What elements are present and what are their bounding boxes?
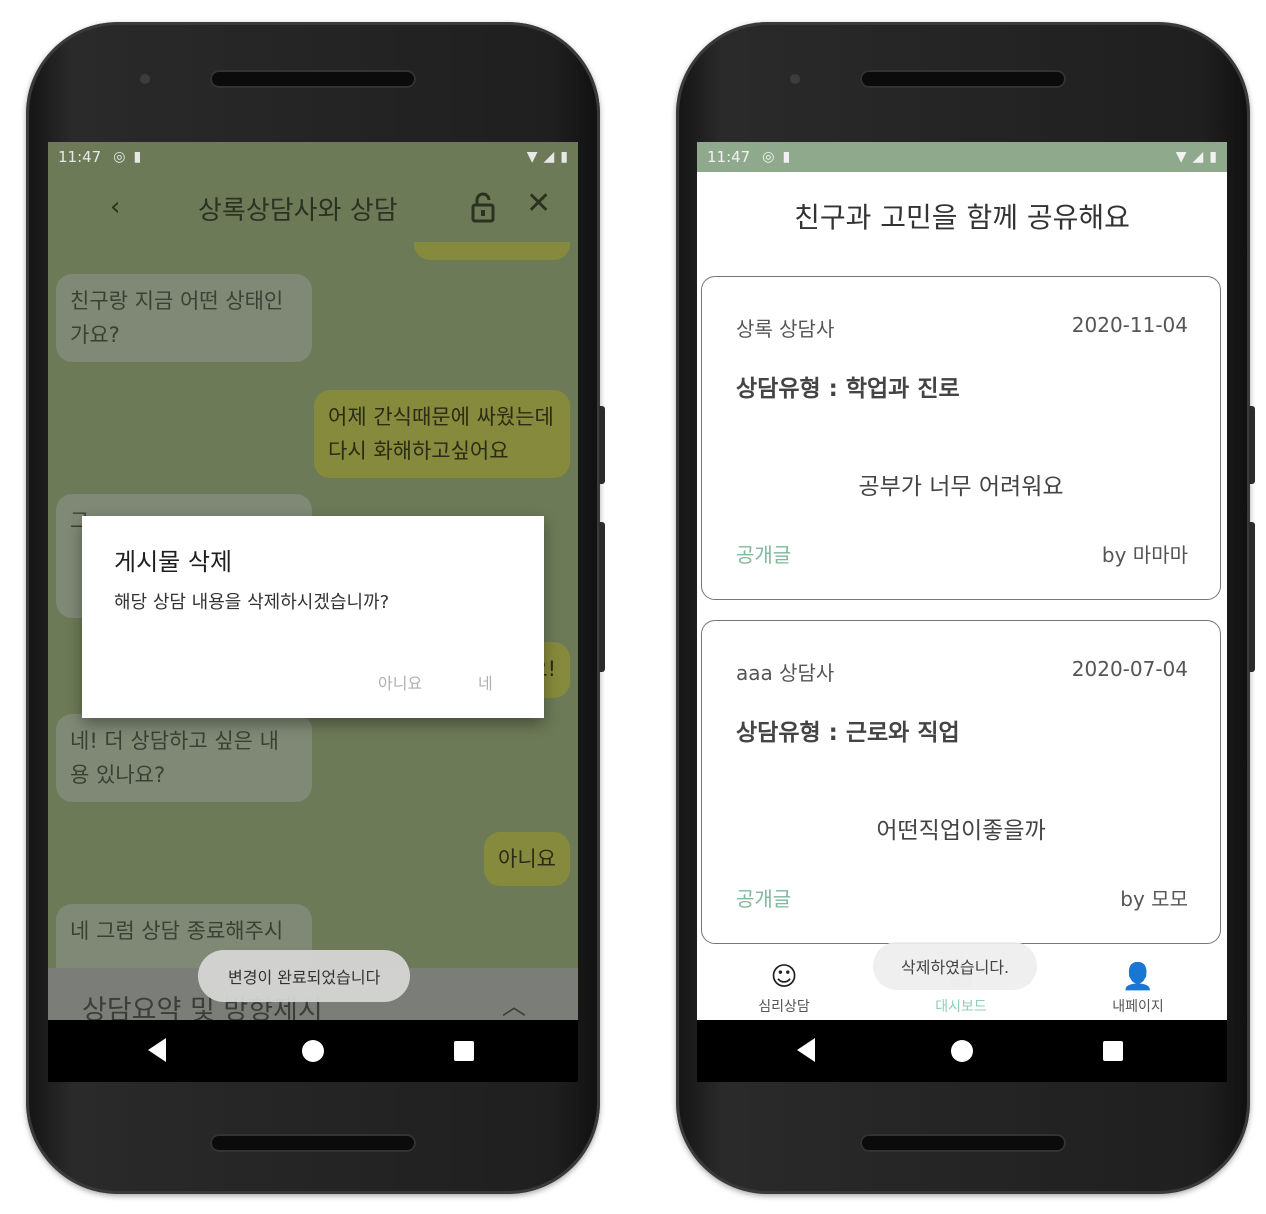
nav-recents-icon[interactable] bbox=[1103, 1041, 1123, 1061]
chevron-left-icon[interactable]: ‹ bbox=[110, 192, 120, 222]
wifi-icon: ▼ bbox=[1175, 149, 1187, 165]
signal-icon: ◢ bbox=[543, 149, 555, 165]
nav-home-icon[interactable] bbox=[302, 1040, 324, 1062]
message-text: 네! 더 상담하고 싶은 내용 있나요? bbox=[70, 729, 279, 787]
status-time: 11:47 bbox=[58, 148, 102, 166]
bottom-speaker bbox=[860, 1134, 1066, 1152]
bottom-speaker bbox=[210, 1134, 416, 1152]
tab-label: 내페이지 bbox=[1112, 999, 1164, 1015]
post-date: 2020-07-04 bbox=[1071, 657, 1188, 681]
toast-message: 변경이 완료되었습니다 bbox=[198, 950, 411, 1002]
nav-back-icon[interactable] bbox=[148, 1038, 166, 1062]
earpiece-speaker bbox=[860, 70, 1066, 88]
message-bubble-incoming: 친구랑 지금 어떤 상태인 가요? bbox=[56, 274, 312, 362]
tab-counseling[interactable]: ☺ 심리상담 bbox=[724, 962, 844, 1016]
dialog-no-button[interactable]: 아니요 bbox=[378, 670, 422, 694]
volume-button bbox=[1249, 406, 1255, 484]
volume-button bbox=[599, 406, 605, 484]
chat-header: ‹ 상록상담사와 상담 ✕ bbox=[48, 172, 578, 244]
signal-icon: ◢ bbox=[1192, 149, 1204, 165]
post-type: 상담유형 : 근로와 직업 bbox=[736, 720, 960, 746]
battery-icon: ▮ bbox=[560, 149, 568, 165]
post-type: 상담유형 : 학업과 진로 bbox=[736, 376, 960, 402]
person-icon: 👤 bbox=[1121, 962, 1155, 992]
post-body: 공부가 너무 어려워요 bbox=[858, 474, 1064, 500]
chevron-up-icon[interactable]: ︿ bbox=[502, 986, 526, 1021]
dialog-title: 게시물 삭제 bbox=[114, 548, 233, 576]
status-bar: 11:47 ◎ ▮ ▼ ◢ ▮ bbox=[697, 142, 1227, 172]
sd-card-icon: ▮ bbox=[133, 149, 142, 165]
sd-card-icon: ▮ bbox=[782, 149, 791, 165]
message-text: 어제 간식때문에 싸웠는데 다시 화해하고싶어요 bbox=[328, 405, 554, 463]
post-date: 2020-11-04 bbox=[1071, 313, 1188, 337]
post-counselor: 상록 상담사 bbox=[736, 317, 835, 341]
tab-label: 심리상담 bbox=[758, 999, 810, 1015]
power-button bbox=[1249, 522, 1255, 672]
message-text: 친구랑 지금 어떤 상태인 가요? bbox=[70, 289, 284, 347]
message-bubble-outgoing: 아니요 bbox=[484, 832, 570, 886]
nav-home-icon[interactable] bbox=[951, 1040, 973, 1062]
lock-icon[interactable] bbox=[468, 190, 498, 224]
post-author: by 모모 bbox=[1120, 887, 1188, 911]
toast-message: 삭제하였습니다. bbox=[873, 942, 1038, 990]
phone-frame-right: 11:47 ◎ ▮ ▼ ◢ ▮ 친구과 고민을 함께 공유해요 상록 상담사 2… bbox=[676, 22, 1255, 1194]
post-body: 어떤직업이좋을까 bbox=[876, 818, 1046, 844]
chat-title: 상록상담사와 상담 bbox=[198, 196, 398, 226]
tab-my-page[interactable]: 👤 내페이지 bbox=[1078, 962, 1198, 1016]
front-camera bbox=[790, 74, 800, 84]
message-bubble-outgoing: 어제 간식때문에 싸웠는데 다시 화해하고싶어요 bbox=[314, 390, 570, 478]
status-bar: 11:47 ◎ ▮ ▼ ◢ ▮ bbox=[48, 142, 578, 172]
nav-recents-icon[interactable] bbox=[454, 1041, 474, 1061]
post-counselor: aaa 상담사 bbox=[736, 661, 835, 685]
dialog-yes-button[interactable]: 네 bbox=[478, 670, 493, 694]
post-card[interactable]: 상록 상담사 2020-11-04 상담유형 : 학업과 진로 공부가 너무 어… bbox=[701, 276, 1221, 600]
power-button bbox=[599, 522, 605, 672]
post-author: by 마마마 bbox=[1101, 543, 1188, 567]
tab-label: 대시보드 bbox=[935, 999, 987, 1015]
status-time: 11:47 bbox=[707, 148, 751, 166]
chat-screen: 11:47 ◎ ▮ ▼ ◢ ▮ ‹ 상록상담사와 상담 ✕ 친구랑 지금 어떤 … bbox=[48, 142, 578, 1082]
system-nav-bar bbox=[48, 1020, 578, 1082]
phone-frame-left: 11:47 ◎ ▮ ▼ ◢ ▮ ‹ 상록상담사와 상담 ✕ 친구랑 지금 어떤 … bbox=[26, 22, 605, 1194]
post-card[interactable]: aaa 상담사 2020-07-04 상담유형 : 근로와 직업 어떤직업이좋을… bbox=[701, 620, 1221, 944]
battery-icon: ▮ bbox=[1209, 149, 1217, 165]
smiley-icon: ☺ bbox=[770, 962, 798, 992]
earpiece-speaker bbox=[210, 70, 416, 88]
system-nav-bar bbox=[697, 1020, 1227, 1082]
post-visibility: 공개글 bbox=[736, 543, 792, 567]
message-bubble-outgoing bbox=[414, 242, 570, 260]
message-text: 네 그럼 상담 종료해주시 bbox=[70, 919, 284, 943]
message-text: 아니요 bbox=[498, 847, 556, 871]
front-camera bbox=[140, 74, 150, 84]
dashboard-screen: 11:47 ◎ ▮ ▼ ◢ ▮ 친구과 고민을 함께 공유해요 상록 상담사 2… bbox=[697, 142, 1227, 1082]
sync-icon: ◎ bbox=[762, 149, 775, 165]
nav-back-icon[interactable] bbox=[797, 1038, 815, 1062]
sync-icon: ◎ bbox=[113, 149, 126, 165]
message-bubble-incoming: 네! 더 상담하고 싶은 내용 있나요? bbox=[56, 714, 312, 802]
post-visibility: 공개글 bbox=[736, 887, 792, 911]
dialog-message: 해당 상담 내용을 삭제하시겠습니까? bbox=[114, 592, 390, 613]
delete-post-dialog: 게시물 삭제 해당 상담 내용을 삭제하시겠습니까? 아니요 네 bbox=[82, 516, 544, 718]
close-icon[interactable]: ✕ bbox=[526, 186, 551, 221]
wifi-icon: ▼ bbox=[526, 149, 538, 165]
page-title: 친구과 고민을 함께 공유해요 bbox=[794, 201, 1130, 234]
